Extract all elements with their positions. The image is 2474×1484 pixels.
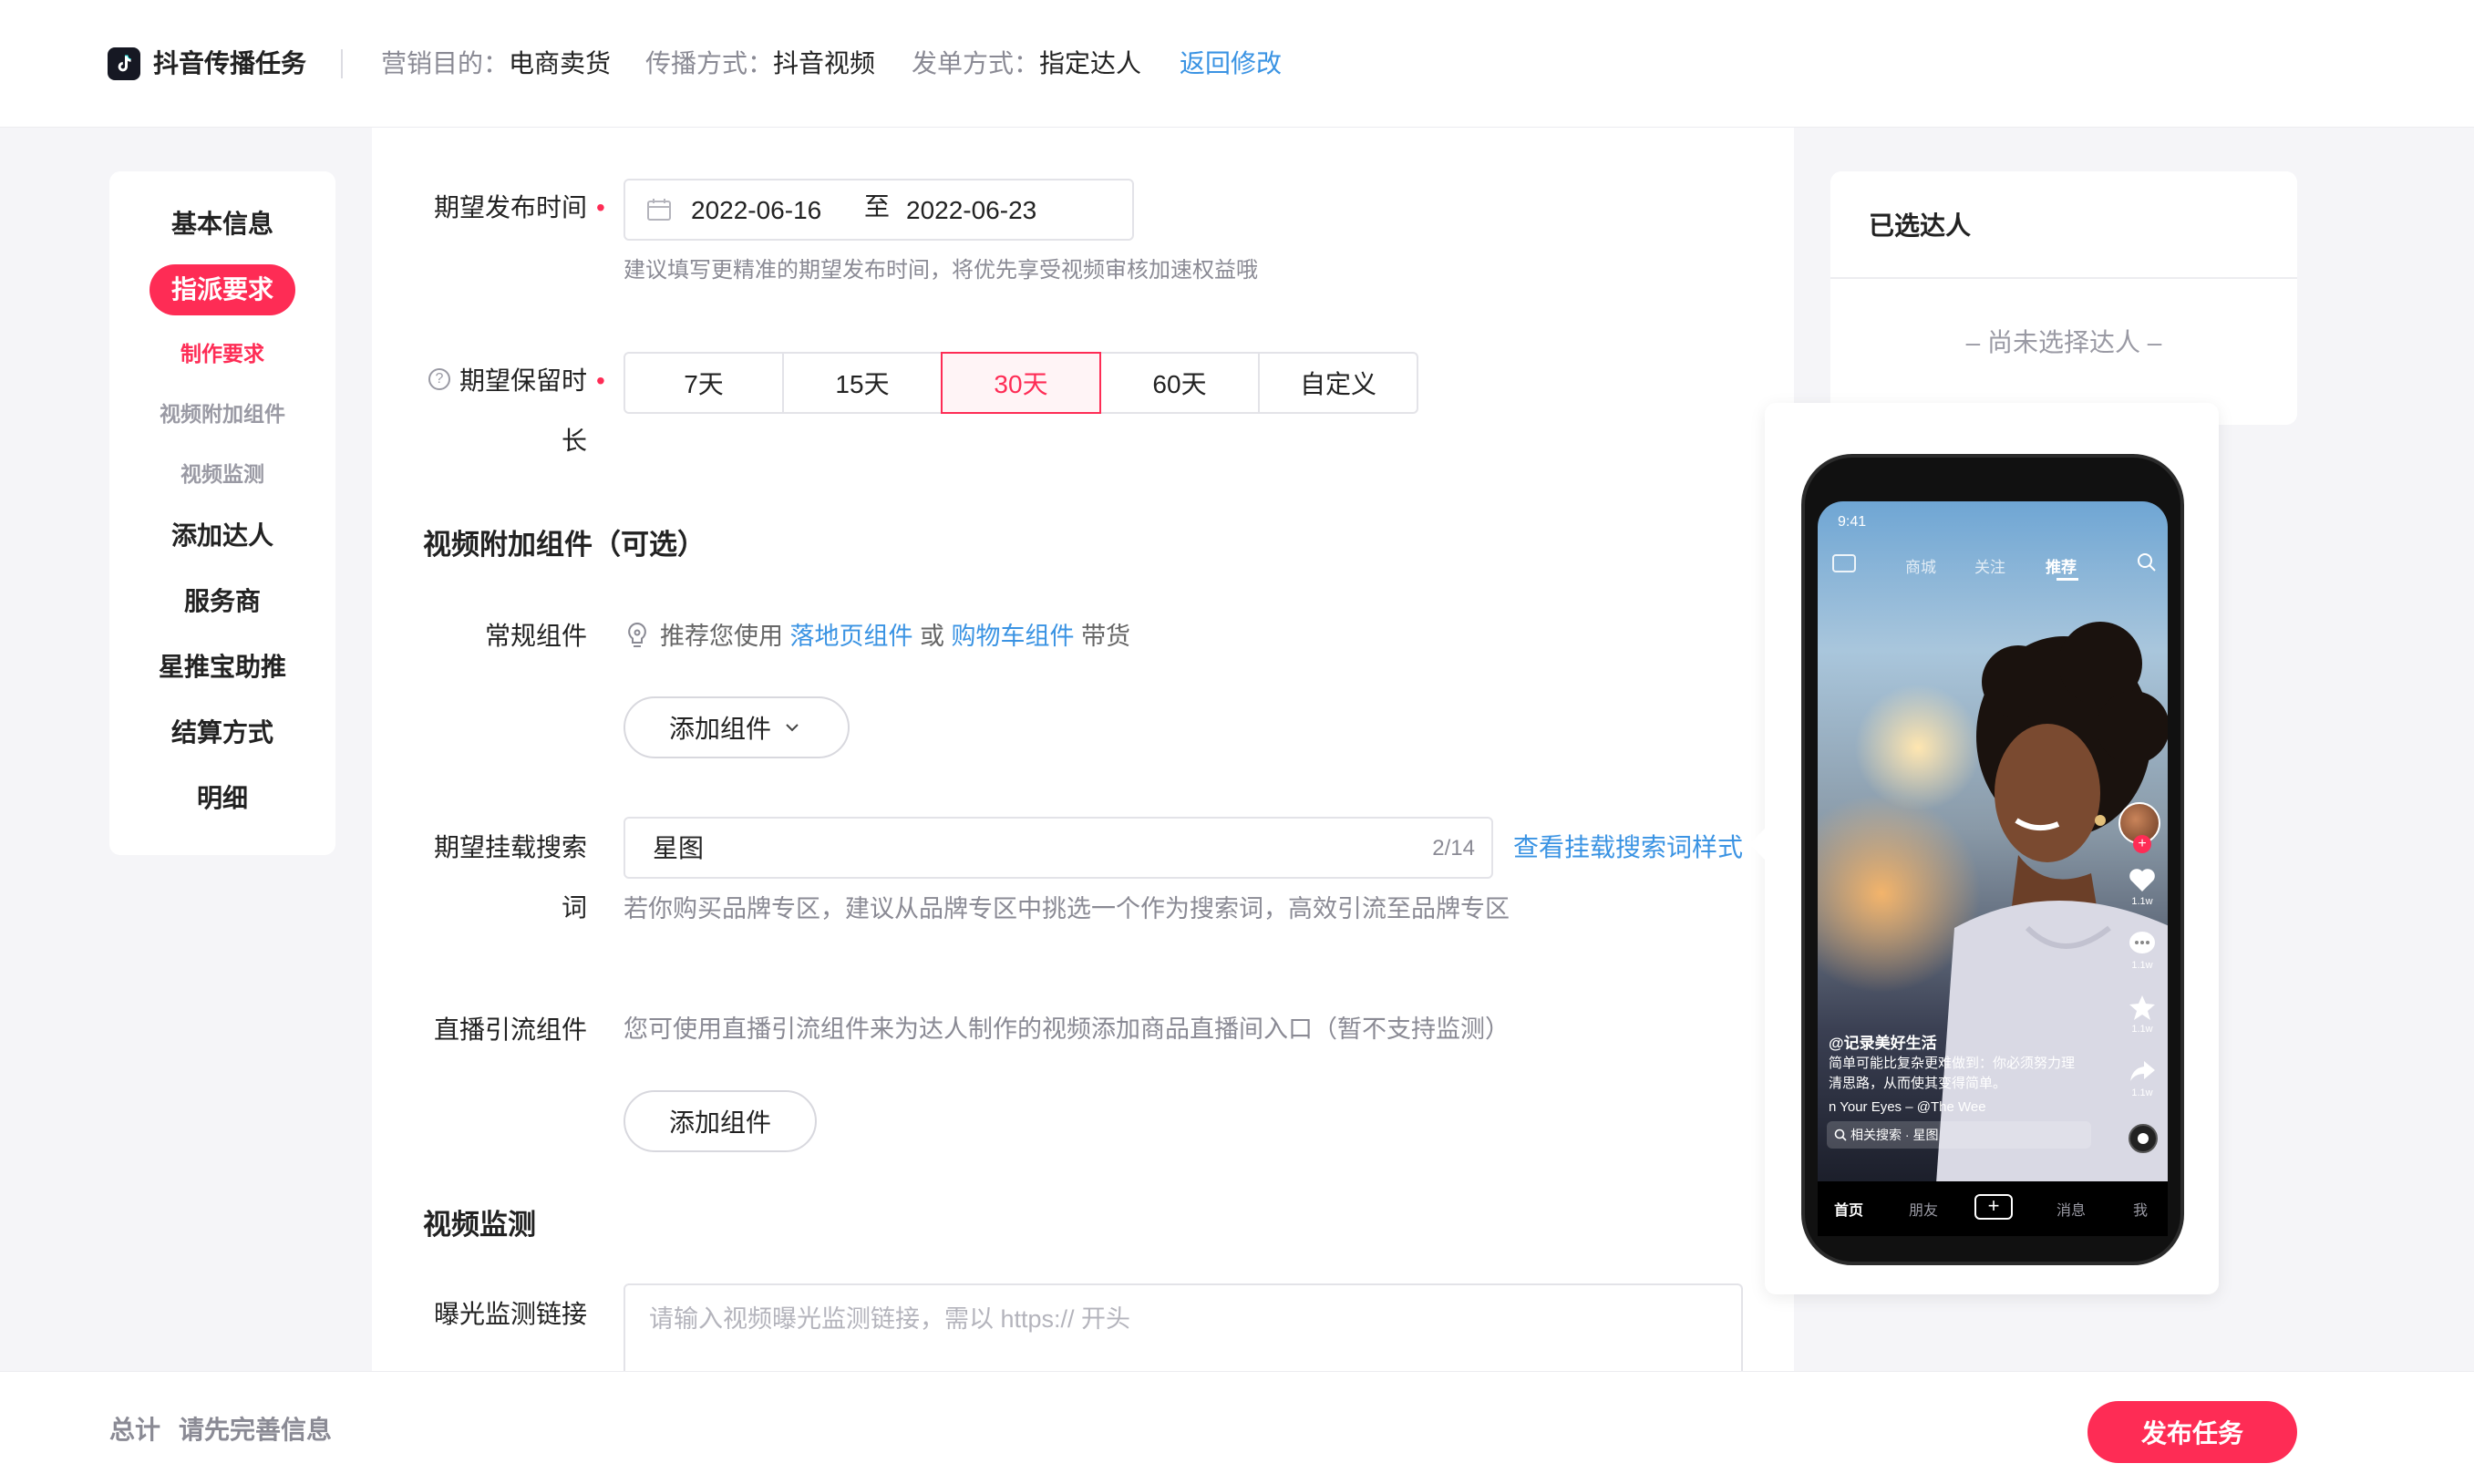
lightbulb-icon [628,622,646,647]
nav-item-boost[interactable]: 星推宝助推 [109,649,335,685]
share-icon [2130,1061,2155,1081]
total-summary: 总计 请先完善信息 [109,1416,333,1444]
search-word-hint: 若你购买品牌专区，建议从品牌专区中挑选一个作为搜索词，高效引流至品牌专区 [624,895,1510,922]
publish-time-hint: 建议填写更精准的期望发布时间，将优先享受视频审核加速权益哦 [624,258,1258,283]
search-word-count: 2/14 [1432,836,1475,861]
related-search-bar[interactable]: 相关搜索 · 星图 [1827,1121,2091,1149]
douyin-logo-icon [108,47,140,80]
date-range-picker[interactable]: 2022-06-16 至 2022-06-23 [624,179,1134,241]
meta-spread-method: 传播方式：抖音视频 [645,49,876,77]
back-edit-link[interactable]: 返回修改 [1180,46,1282,82]
view-search-style-link[interactable]: 查看挂载搜索词样式 [1513,830,1743,866]
nav-item-detail[interactable]: 明细 [109,780,335,817]
search-word-label: 期望挂载搜索 [434,833,588,861]
live-addon-hint: 您可使用直播引流组件来为达人制作的视频添加商品直播间入口（暂不支持监测） [624,1015,1510,1043]
retention-option-15[interactable]: 15天 [782,352,943,414]
publish-plus-icon[interactable]: + [1974,1194,2013,1220]
star-icon [2129,995,2155,1020]
live-addon-label: 直播引流组件 [434,1015,588,1044]
status-time: 9:41 [1838,514,1867,530]
nav-item-settlement[interactable]: 结算方式 [109,715,335,751]
search-word-input[interactable]: 星图 2/14 [624,817,1493,879]
phone-tab-mall[interactable]: 商城 [1905,554,1936,577]
creator-avatar[interactable]: + [2118,802,2160,853]
caption-music[interactable]: n Your Eyes – @The Wee [1829,1099,1986,1115]
publish-time-label: 期望发布时间 • [434,193,605,222]
comment-action[interactable]: 1.1w [2126,930,2159,971]
phone-bottom-tab-me[interactable]: 我 [2133,1198,2148,1220]
nav-sub-addon[interactable]: 视频附加组件 [109,399,335,428]
phone-tab-follow[interactable]: 关注 [1974,554,2005,577]
retention-option-7[interactable]: 7天 [624,352,784,414]
calendar-icon [647,199,671,221]
retention-segmented: 7天 15天 30天 60天 自定义 [624,352,1418,414]
phone-bottom-tab-messages[interactable]: 消息 [2057,1198,2086,1220]
panel-divider [1830,277,2297,279]
nav-item-basic-info[interactable]: 基本信息 [109,206,335,242]
regular-addon-tip: 推荐您使用 落地页组件 或 购物车组件 带货 [660,623,1131,650]
favorite-action[interactable]: 1.1w [2126,994,2159,1035]
phone-mockup: 9:41 商城 关注 推荐 + 1.1w 1.1w 1.1w 1.1w @记录美… [1801,454,2184,1265]
addon-section-title: 视频附加组件（可选） [423,529,706,561]
caption-text: 简单可能比复杂更难做到：你必须努力理清思路，从而使其变得简单。 [1829,1056,2076,1091]
search-word-label-line2: 词 [562,893,588,922]
phone-preview-card: 9:41 商城 关注 推荐 + 1.1w 1.1w 1.1w 1.1w @记录美… [1749,403,2219,1294]
date-separator: 至 [864,192,891,221]
exposure-link-label: 曝光监测链接 [434,1300,588,1328]
selected-talent-title: 已选达人 [1869,211,1972,240]
help-icon[interactable]: ? [428,368,450,390]
main-form: 期望发布时间 • 2022-06-16 至 2022-06-23 建议填写更精准的… [372,128,1794,1393]
retention-label-line2: 长 [562,427,588,455]
meta-marketing-goal: 营销目的：电商卖货 [381,49,612,77]
nav-item-service-provider[interactable]: 服务商 [109,583,335,620]
landing-page-addon-link[interactable]: 落地页组件 [790,623,913,650]
add-regular-addon-button[interactable]: 添加组件 [624,696,850,758]
chevron-down-icon [786,724,799,732]
search-icon[interactable] [2137,552,2157,572]
phone-tab-recommend[interactable]: 推荐 [2046,554,2077,577]
retention-option-custom[interactable]: 自定义 [1258,352,1418,414]
heart-icon [2129,869,2155,891]
share-action[interactable]: 1.1w [2126,1057,2159,1098]
app-title: 抖音传播任务 [153,49,307,77]
like-action[interactable]: 1.1w [2126,866,2159,907]
monitor-section-title: 视频监测 [423,1209,536,1241]
bottom-bar: 总计 请先完善信息 发布任务 [0,1371,2474,1484]
regular-addon-label: 常规组件 [485,622,588,650]
publish-task-button[interactable]: 发布任务 [2087,1401,2297,1463]
date-start[interactable]: 2022-06-16 [691,193,821,228]
add-live-addon-button[interactable]: 添加组件 [624,1090,817,1152]
phone-bottom-tab-home[interactable]: 首页 [1834,1198,1863,1220]
retention-option-60[interactable]: 60天 [1099,352,1260,414]
header-divider [341,49,343,78]
cart-addon-link[interactable]: 购物车组件 [952,623,1075,650]
meta-order-method: 发单方式：指定达人 [912,49,1142,77]
nav-sub-monitor[interactable]: 视频监测 [109,459,335,489]
retention-option-30[interactable]: 30天 [941,352,1101,414]
phone-screen: 9:41 商城 关注 推荐 + 1.1w 1.1w 1.1w 1.1w @记录美… [1818,501,2168,1181]
phone-bottom-tab-friends[interactable]: 朋友 [1909,1198,1938,1220]
music-disc-icon[interactable] [2128,1123,2159,1154]
nav-item-add-talent[interactable]: 添加达人 [109,518,335,554]
left-nav: 基本信息 指派要求 制作要求 视频附加组件 视频监测 添加达人 服务商 星推宝助… [109,171,335,855]
follow-plus-icon[interactable]: + [2133,835,2151,853]
live-icon[interactable] [1832,554,1856,572]
caption-username[interactable]: @记录美好生活 [1829,1030,1937,1053]
nav-item-assign-requirements[interactable]: 指派要求 [109,264,335,315]
phone-bottom-bar: 首页 朋友 + 消息 我 [1818,1181,2168,1236]
selected-talent-empty: – 尚未选择达人 – [1965,328,2162,356]
nav-sub-production[interactable]: 制作要求 [109,339,335,368]
retention-label: 期望保留时 • [459,366,605,395]
top-header: 抖音传播任务 营销目的：电商卖货 传播方式：抖音视频 发单方式：指定达人 返回修… [0,0,2474,128]
search-icon [1834,1128,1847,1141]
selected-talent-panel: 已选达人 – 尚未选择达人 – [1830,171,2297,425]
date-end[interactable]: 2022-06-23 [906,193,1036,228]
comment-icon [2129,932,2155,953]
